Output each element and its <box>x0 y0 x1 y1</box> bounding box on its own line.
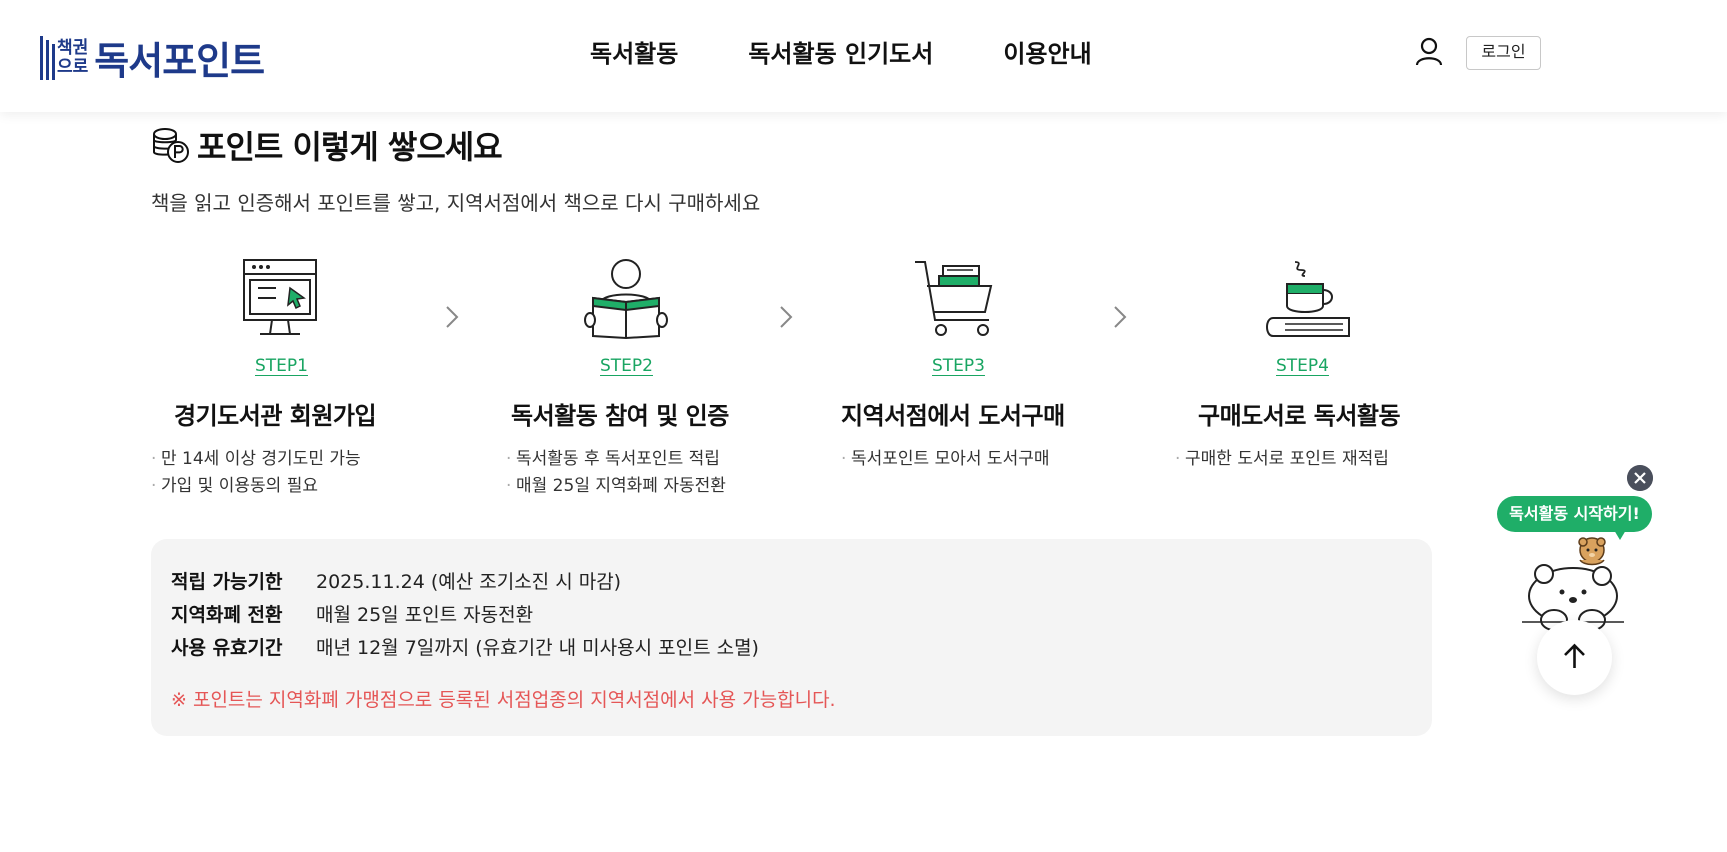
step-bullet: 가입 및 이용동의 필요 <box>151 473 361 500</box>
scroll-top-button[interactable] <box>1537 620 1612 695</box>
info-row: 사용 유효기간 매년 12월 7일까지 (유효기간 내 미사용시 포인트 소멸) <box>171 633 759 660</box>
info-note: ※ 포인트는 지역화폐 가맹점으로 등록된 서점업종의 지역서점에서 사용 가능… <box>171 689 836 711</box>
coffee-cup-book-icon <box>1266 261 1350 337</box>
step-title: 독서활동 참여 및 인증 <box>511 402 729 430</box>
site-header: 책권 으로 독서포인트 독서활동 독서활동 인기도서 이용안내 로그인 <box>0 0 1727 112</box>
step-bullets: 만 14세 이상 경기도민 가능 가입 및 이용동의 필요 <box>151 446 361 500</box>
info-row: 적립 가능기한 2025.11.24 (예산 조기소진 시 마감) <box>171 567 621 594</box>
step-bullet: 매월 25일 지역화폐 자동전환 <box>506 473 726 500</box>
info-key: 사용 유효기간 <box>171 637 283 659</box>
computer-monitor-icon <box>243 259 317 335</box>
person-reading-icon <box>584 259 668 340</box>
logo-main-text: 독서포인트 <box>94 39 265 83</box>
step-label: STEP2 <box>600 356 653 376</box>
main-nav: 독서활동 독서활동 인기도서 이용안내 <box>590 34 1092 69</box>
nav-item-guide[interactable]: 이용안내 <box>1003 34 1091 69</box>
info-box: 적립 가능기한 2025.11.24 (예산 조기소진 시 마감) 지역화폐 전… <box>151 539 1432 736</box>
nav-item-reading-activity[interactable]: 독서활동 <box>590 34 678 69</box>
info-value: 매년 12월 7일까지 (유효기간 내 미사용시 포인트 소멸) <box>316 637 759 659</box>
nav-item-popular-books[interactable]: 독서활동 인기도서 <box>748 34 933 69</box>
step-bullets: 독서활동 후 독서포인트 적립 매월 25일 지역화폐 자동전환 <box>506 446 726 500</box>
shopping-cart-books-icon <box>915 261 993 336</box>
close-icon[interactable] <box>1627 465 1653 491</box>
info-key: 적립 가능기한 <box>171 571 283 593</box>
step-bullet: 구매한 도서로 포인트 재적립 <box>1175 446 1389 473</box>
section-title: 포인트 이렇게 쌓으세요 <box>197 128 503 166</box>
step-bullet: 독서포인트 모아서 도서구매 <box>841 446 1050 473</box>
step-title: 지역서점에서 도서구매 <box>841 402 1065 430</box>
logo-small-text: 책권 으로 <box>57 37 89 77</box>
user-icon[interactable] <box>1414 36 1444 66</box>
info-value: 매월 25일 포인트 자동전환 <box>316 604 534 626</box>
start-reading-button[interactable]: 독서활동 시작하기! <box>1497 496 1652 532</box>
step-title: 구매도서로 독서활동 <box>1198 402 1401 430</box>
section-subtitle: 책을 읽고 인증해서 포인트를 쌓고, 지역서점에서 책으로 다시 구매하세요 <box>151 191 761 215</box>
chevron-right-icon <box>780 306 793 328</box>
steps-list: STEP1 경기도서관 회원가입 만 14세 이상 경기도민 가능 가입 및 이… <box>151 250 1431 510</box>
step-label: STEP4 <box>1276 356 1329 376</box>
coin-point-icon <box>153 128 189 163</box>
chevron-right-icon <box>1114 306 1127 328</box>
step-bullets: 독서포인트 모아서 도서구매 <box>841 446 1050 473</box>
step-bullets: 구매한 도서로 포인트 재적립 <box>1175 446 1389 473</box>
logo-small-top: 책권 <box>57 37 89 58</box>
chevron-right-icon <box>446 306 459 328</box>
section-heading: 포인트 이렇게 쌓으세요 <box>151 122 503 168</box>
login-button[interactable]: 로그인 <box>1466 36 1541 70</box>
step-label: STEP3 <box>932 356 985 376</box>
info-value: 2025.11.24 (예산 조기소진 시 마감) <box>316 571 622 593</box>
logo-small-bottom: 으로 <box>57 56 89 77</box>
info-key: 지역화폐 전환 <box>171 604 283 626</box>
arrow-up-icon <box>1564 643 1585 668</box>
info-row: 지역화폐 전환 매월 25일 포인트 자동전환 <box>171 600 533 627</box>
step-title: 경기도서관 회원가입 <box>174 402 377 430</box>
step-bullet: 독서활동 후 독서포인트 적립 <box>506 446 726 473</box>
site-logo[interactable]: 책권 으로 독서포인트 <box>40 30 265 85</box>
step-label: STEP1 <box>255 356 308 376</box>
step-bullet: 만 14세 이상 경기도민 가능 <box>151 446 361 473</box>
logo-badge: 책권 으로 <box>40 35 89 80</box>
logo-bars <box>40 35 55 80</box>
